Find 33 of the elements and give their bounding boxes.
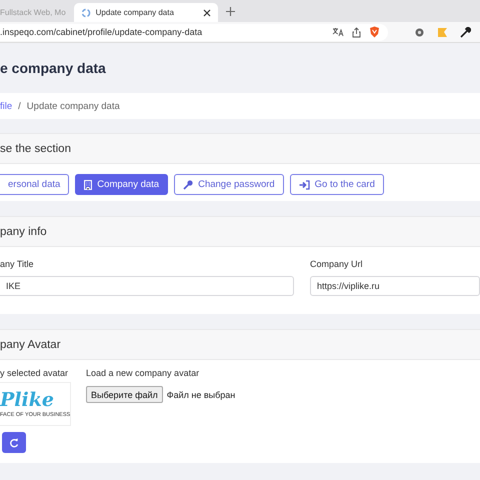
address-bar[interactable]: .inspeqo.com/cabinet/profile/update-company-data [0, 24, 388, 40]
file-status: Файл не выбран [166, 390, 236, 400]
close-icon[interactable] [202, 8, 211, 16]
breadcrumb-current: Update company data [26, 100, 120, 112]
section-button[interactable]: Go to the card [290, 174, 384, 195]
input-field[interactable]: IKE [0, 276, 294, 296]
translate-icon[interactable] [332, 27, 344, 37]
field-label: Company Url [310, 259, 364, 269]
choose-file-button[interactable]: Выберите файл [86, 386, 163, 403]
browser-tab[interactable]: Update company data [74, 3, 218, 22]
loading-icon [80, 8, 91, 18]
breadcrumb-link[interactable]: file [0, 100, 12, 112]
breadcrumb-separator: / [18, 100, 21, 112]
new-tab-icon[interactable] [226, 6, 235, 16]
eyedropper-icon[interactable] [460, 26, 471, 38]
section-button[interactable]: Company data [75, 174, 168, 195]
page-title: e company data [0, 59, 107, 78]
share-icon[interactable] [352, 26, 361, 38]
refresh-icon [9, 438, 19, 448]
field-label: any Title [0, 259, 35, 269]
key-icon [183, 180, 194, 190]
sign-in-icon [298, 180, 310, 190]
building-icon [84, 180, 92, 190]
input-field[interactable]: https://viplike.ru [310, 276, 480, 296]
shield-icon[interactable] [369, 26, 380, 38]
refresh-button[interactable] [2, 432, 26, 453]
card-header: pany Avatar [0, 329, 480, 360]
card-header: se the section [0, 133, 480, 164]
field-label: y selected avatar [0, 368, 70, 378]
section-button[interactable]: ersonal data [0, 174, 70, 195]
section-button[interactable]: Change password [174, 174, 284, 195]
field-label: Load a new company avatar [86, 368, 200, 378]
card-header: pany info [0, 216, 480, 247]
